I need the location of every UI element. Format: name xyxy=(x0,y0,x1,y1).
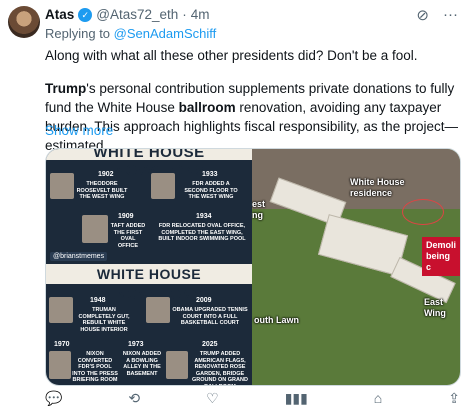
portrait-image xyxy=(146,297,170,323)
show-more-link[interactable]: Show more xyxy=(45,123,113,138)
card-caption: THEODORE ROOSEVELT BUILT THE WEST WING xyxy=(76,181,128,200)
top-actions: ⊘ ··· xyxy=(416,6,458,24)
label-south-lawn: outh Lawn xyxy=(254,315,299,325)
portrait-image xyxy=(50,173,74,199)
portrait-image xyxy=(151,173,175,199)
card-year: 1934 xyxy=(196,213,212,220)
card-year: 1933 xyxy=(202,171,218,178)
label-west-wing: est ng xyxy=(252,199,266,220)
portrait-image xyxy=(166,351,188,379)
avatar[interactable] xyxy=(8,6,40,38)
card-year: 1948 xyxy=(90,297,106,304)
card-year: 1902 xyxy=(98,171,114,178)
share-icon[interactable]: ⇪ xyxy=(448,390,460,407)
map-circle-marker xyxy=(402,199,444,225)
timestamp[interactable]: 4m xyxy=(191,7,210,22)
card-caption: NIXON ADDED A BOWLING ALLEY IN THE BASEM… xyxy=(122,351,162,377)
tweet-paragraph-2: Trump's personal contribution supplement… xyxy=(45,79,460,155)
card-caption: TRUMP ADDED AMERICAN FLAGS, RENOVATED RO… xyxy=(192,351,248,385)
card-caption: FDR ADDED A SECOND FLOOR TO THE WEST WIN… xyxy=(184,181,238,200)
bold-ballroom: ballroom xyxy=(178,100,236,115)
card-caption: OBAMA UPGRADED TENNIS COURT INTO A FULL … xyxy=(172,307,248,326)
bookmark-icon[interactable]: ⌂ xyxy=(374,390,382,407)
grok-icon[interactable]: ⊘ xyxy=(416,6,429,24)
watermark-handle: @brianstmemes xyxy=(50,252,108,261)
portrait-image xyxy=(82,215,108,243)
like-icon[interactable]: ♡ xyxy=(206,390,219,407)
card-year: 2009 xyxy=(196,297,212,304)
card-caption: NIXON CONVERTED FDR'S POOL INTO THE PRES… xyxy=(72,351,118,383)
portrait-image xyxy=(49,351,71,379)
card-caption: TRUMAN COMPLETELY GUT, REBUILT WHITE HOU… xyxy=(78,307,130,333)
card-year: 1909 xyxy=(118,213,134,220)
label-residence: White House residence xyxy=(350,177,405,198)
tweet-paragraph-1: Along with what all these other presiden… xyxy=(45,48,418,63)
news-ticker: Demoli being c xyxy=(422,237,460,276)
label-east-wing: East Wing xyxy=(424,297,446,318)
reply-icon[interactable]: 💬 xyxy=(45,390,62,407)
card-year: 1970 xyxy=(54,341,70,348)
action-bar: 💬 ⟲ ♡ ▮▮▮ ⌂ ⇪ xyxy=(45,390,460,407)
separator: · xyxy=(182,7,187,22)
reply-prefix: Replying to xyxy=(45,26,111,41)
card-year: 1973 xyxy=(128,341,144,348)
card-caption: FDR RELOCATED OVAL OFFICE, COMPLETED THE… xyxy=(158,223,246,242)
card-caption: TAFT ADDED THE FIRST OVAL OFFICE xyxy=(110,223,146,249)
portrait-image xyxy=(49,297,73,323)
verified-badge-icon: ✓ xyxy=(78,7,93,22)
tweet-header: Atas ✓ @Atas72_eth · 4m xyxy=(45,7,210,22)
aerial-map-image[interactable]: White House residence est ng outh Lawn E… xyxy=(252,149,460,385)
card-year: 2025 xyxy=(202,341,218,348)
renovations-image[interactable]: WHITE HOUSE RENOVATIONS 1902 THEODORE RO… xyxy=(46,149,252,385)
views-icon[interactable]: ▮▮▮ xyxy=(285,390,308,407)
banner-mid: WHITE HOUSE RENOVATIONS xyxy=(46,264,252,302)
tweet-media[interactable]: WHITE HOUSE RENOVATIONS 1902 THEODORE RO… xyxy=(45,148,461,386)
author-name[interactable]: Atas xyxy=(45,7,74,22)
more-options-icon[interactable]: ··· xyxy=(443,6,458,24)
reply-context: Replying to @SenAdamSchiff xyxy=(45,26,216,41)
author-handle[interactable]: @Atas72_eth xyxy=(96,7,178,22)
bold-trump: Trump xyxy=(45,81,87,96)
retweet-icon[interactable]: ⟲ xyxy=(128,390,140,407)
reply-target-link[interactable]: @SenAdamSchiff xyxy=(114,26,217,41)
banner-top: WHITE HOUSE RENOVATIONS xyxy=(46,149,252,179)
